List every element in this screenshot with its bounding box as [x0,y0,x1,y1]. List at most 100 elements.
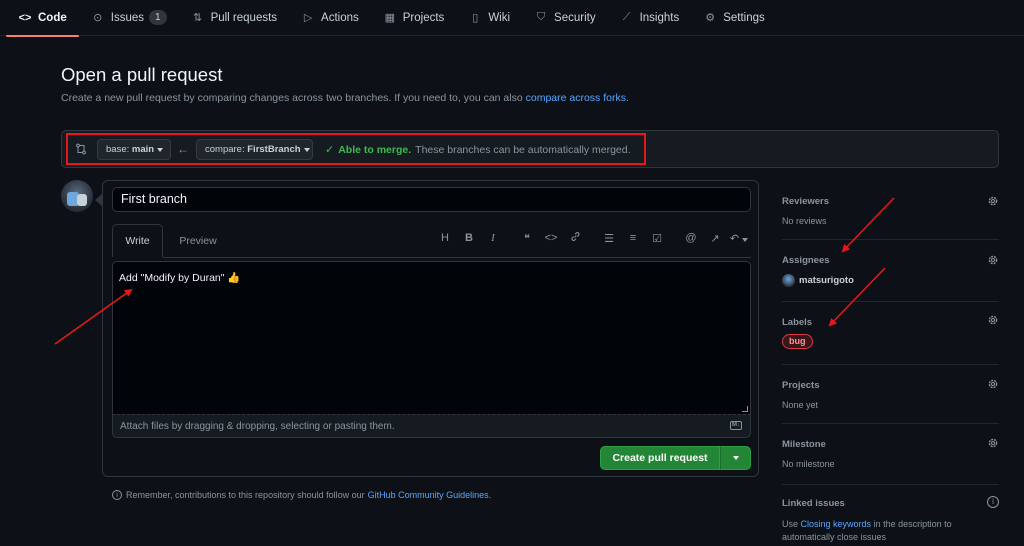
repo-nav: <> Code ⊙ Issues 1 ⇅ Pull requests ▷ Act… [0,0,1024,37]
nav-tab-settings[interactable]: ⚙ Settings [691,0,777,36]
assignees-heading: Assignees [782,255,830,266]
sidebar-projects: Projects None yet [782,376,999,424]
base-branch-select[interactable]: base: main [97,139,171,160]
arrow-left-icon: ← [177,142,189,156]
tab-preview[interactable]: Preview [174,224,222,257]
linked-issues-text: Use Closing keywords in the description … [782,519,952,542]
saved-replies-icon[interactable]: ↶ [727,232,751,245]
info-icon: i [112,490,122,500]
nav-tab-label: Settings [723,11,765,24]
compare-across-forks-link[interactable]: compare across forks [526,92,626,104]
nav-tab-actions[interactable]: ▷ Actions [289,0,371,36]
linked-issues-heading: Linked issues [782,498,845,509]
issue-icon: ⊙ [93,12,103,24]
nav-tab-insights[interactable]: ⟋ Insights [608,0,692,36]
tab-write[interactable]: Write [112,224,163,257]
assignee-name: matsurigoto [799,275,854,286]
label-bug-badge[interactable]: bug [782,334,813,349]
git-compare-icon [76,143,86,155]
info-icon[interactable]: i [987,496,999,508]
base-branch-value: main [131,144,155,155]
avatar [782,274,795,287]
gear-icon[interactable] [987,195,999,207]
base-prefix: base: [106,144,130,155]
milestone-value: No milestone [782,459,835,469]
markdown-icon: M↓ [730,421,742,430]
italic-icon[interactable]: I [481,232,505,244]
code-icon[interactable]: <> [539,232,563,244]
create-options-dropdown[interactable] [720,446,751,470]
nav-tab-label: Issues [110,11,144,24]
gear-icon[interactable] [987,378,999,390]
numbered-list-icon[interactable]: ≡ [621,232,645,244]
reviewers-heading: Reviewers [782,196,830,207]
milestone-heading: Milestone [782,439,826,450]
gear-icon: ⚙ [705,12,716,24]
chevron-down-icon [157,147,164,152]
merge-status-detail: These branches can be automatically merg… [415,143,631,156]
title-input[interactable]: First branch [112,187,751,212]
graph-icon: ⟋ [622,11,631,23]
nav-tab-label: Pull requests [210,11,278,24]
projects-value: None yet [782,400,819,410]
compare-branch-select[interactable]: compare: FirstBranch [196,139,313,160]
nav-tab-issues[interactable]: ⊙ Issues 1 [79,0,179,36]
code-icon: <> [18,11,32,24]
body-text: Add "Modify by Duran" 👍 [119,272,241,284]
table-icon: ▦ [384,12,395,24]
contribution-notice-text: Remember, contributions to this reposito… [126,490,365,500]
nav-tab-label: Insights [639,11,680,24]
attach-hint: Attach files by dragging & dropping, sel… [120,420,395,432]
nav-tab-label: Security [554,11,596,24]
nav-tab-projects[interactable]: ▦ Projects [371,0,457,36]
nav-tab-label: Actions [321,11,359,24]
quote-icon[interactable]: ❝ [515,232,539,245]
avatar[interactable] [61,180,93,212]
nav-tab-security[interactable]: ⛉ Security [522,0,608,36]
task-list-icon[interactable]: ☑ [645,232,669,245]
gear-icon[interactable] [987,254,999,266]
bold-icon[interactable]: B [457,232,481,244]
sidebar-assignees: Assignees matsurigoto [782,250,999,302]
bulleted-list-icon[interactable]: ☰ [597,232,621,245]
resize-handle-icon[interactable] [742,406,748,412]
gear-icon[interactable] [987,437,999,449]
community-guidelines-link[interactable]: GitHub Community Guidelines [368,490,489,500]
nav-tab-label: Wiki [488,11,511,24]
tabs-divider [163,257,751,258]
assignee-item[interactable]: matsurigoto [782,274,854,287]
shield-icon: ⛉ [536,11,546,23]
merge-status: ✓ Able to merge. These branches can be a… [325,143,631,157]
cross-reference-icon[interactable]: ↗ [703,232,727,245]
projects-heading: Projects [782,380,820,391]
body-textarea[interactable]: Add "Modify by Duran" 👍 [112,261,751,414]
nav-tab-code[interactable]: <> Code [6,0,79,37]
editor-tabs: Write Preview H B I ❝ <> ☰ ≡ ☑ @ ↗ ↶ [112,224,751,257]
book-icon: ▯ [472,12,479,24]
nav-tab-wiki[interactable]: ▯ Wiki [456,0,522,36]
gear-icon[interactable] [987,314,999,326]
page-title: Open a pull request [61,64,223,85]
markdown-toolbar: H B I ❝ <> ☰ ≡ ☑ @ ↗ ↶ [433,224,751,252]
chevron-down-icon [732,456,739,460]
nav-tab-pull-requests[interactable]: ⇅ Pull requests [179,0,289,36]
link-icon[interactable] [563,231,587,245]
sidebar-linked-issues: Linked issues i Use Closing keywords in … [782,495,999,546]
page-subtitle-text: Create a new pull request by comparing c… [61,92,523,104]
nav-tab-label: Code [38,11,67,24]
page-subtitle-end: . [625,92,629,104]
sidebar-labels: Labels bug [782,312,999,365]
compare-branch-value: FirstBranch [247,144,301,155]
nav-tab-label: Projects [402,11,445,24]
closing-keywords-link[interactable]: Closing keywords [801,519,872,529]
merge-status-label: Able to merge. [338,143,412,156]
create-pull-request-button[interactable]: Create pull request [600,446,720,470]
heading-icon[interactable]: H [433,232,457,244]
play-icon: ▷ [303,12,313,24]
mention-icon[interactable]: @ [679,232,703,244]
attach-files-bar[interactable]: Attach files by dragging & dropping, sel… [112,414,751,438]
check-icon: ✓ [325,144,335,156]
chevron-down-icon [303,147,310,152]
pull-request-icon: ⇅ [192,12,203,24]
reviewers-value: No reviews [782,216,827,226]
